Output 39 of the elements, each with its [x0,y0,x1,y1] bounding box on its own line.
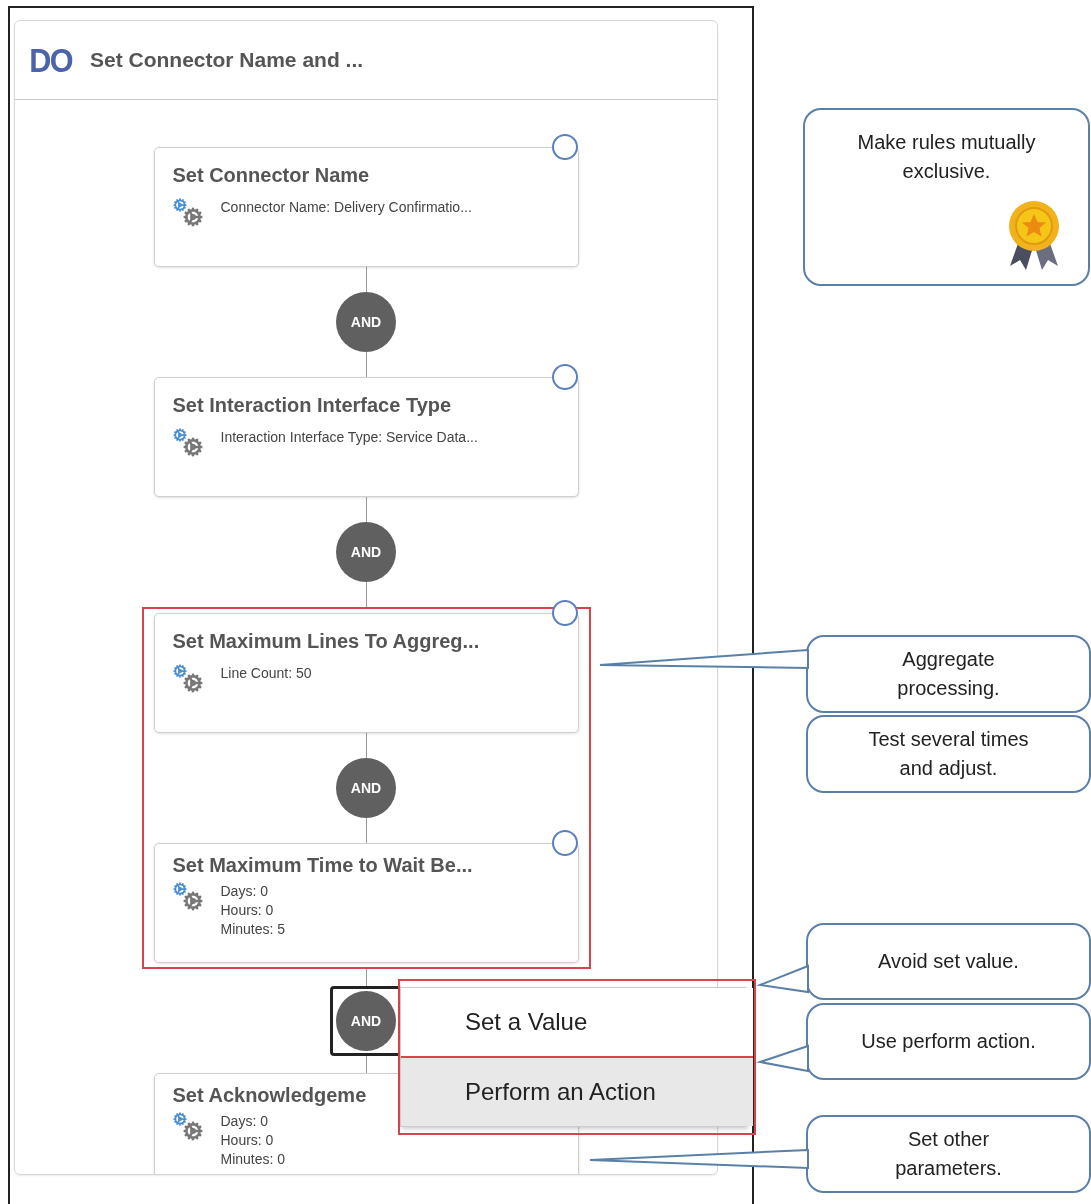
rule-title: Set Acknowledgeme [172,1083,367,1108]
rule-detail: Hours: 0 [220,1131,275,1150]
rule-card[interactable]: Set Connector Name Connector Name: Delivery Confirmatio... [153,147,579,267]
selection-ring[interactable] [551,364,578,390]
callout-bubble: Make rules mutually exclusive. [803,108,1090,286]
menu-item[interactable]: Perform an Action [401,1056,753,1126]
rule-title: Set Maximum Lines To Aggreg... [172,629,480,654]
rule-card[interactable]: Set Maximum Lines To Aggreg... Line Count: 50 [153,613,579,733]
rule-detail: Days: 0 [220,1112,269,1131]
callout-pointer [756,1044,809,1073]
callout-bubble: Test several times and adjust. [806,715,1091,793]
do-label: DO [29,40,72,80]
rule-detail: Interaction Interface Type: Service Data... [220,428,478,447]
selection-ring[interactable] [551,134,578,160]
rule-card[interactable]: Set Maximum Time to Wait Be... Days: 0 Hours: 0 Minutes: 5 [153,843,579,963]
selection-ring[interactable] [551,600,578,626]
callout-bubble: Aggregate processing. [806,635,1091,713]
panel-title: Set Connector Name and ... [90,48,364,72]
rule-detail: Minutes: 0 [220,1150,286,1169]
callout-bubble: Use perform action. [806,1003,1091,1080]
and-operator[interactable]: AND [336,292,396,352]
callout-bubble: Avoid set value. [806,923,1091,1000]
rule-title: Set Interaction Interface Type [172,393,452,418]
medal-icon [1006,200,1062,272]
rule-card[interactable]: Set Interaction Interface Type Interaction Interface Type: Service Data... [153,377,579,497]
rule-detail: Line Count: 50 [220,664,312,683]
callout-bubble: Set other parameters. [806,1115,1091,1193]
and-operator[interactable]: AND [336,522,396,582]
rule-title: Set Connector Name [172,163,370,188]
rule-title: Set Maximum Time to Wait Be... [172,853,473,878]
rule-detail: Connector Name: Delivery Confirmatio... [220,198,472,217]
rule-detail: Days: 0 [220,882,269,901]
and-operator[interactable]: AND [336,758,396,818]
callout-pointer [756,964,809,994]
and-operator[interactable]: AND [336,991,396,1051]
rule-detail: Minutes: 5 [220,920,286,939]
rule-detail: Hours: 0 [220,901,275,920]
selection-ring[interactable] [551,830,578,856]
menu-item[interactable]: Set a Value [401,988,753,1056]
